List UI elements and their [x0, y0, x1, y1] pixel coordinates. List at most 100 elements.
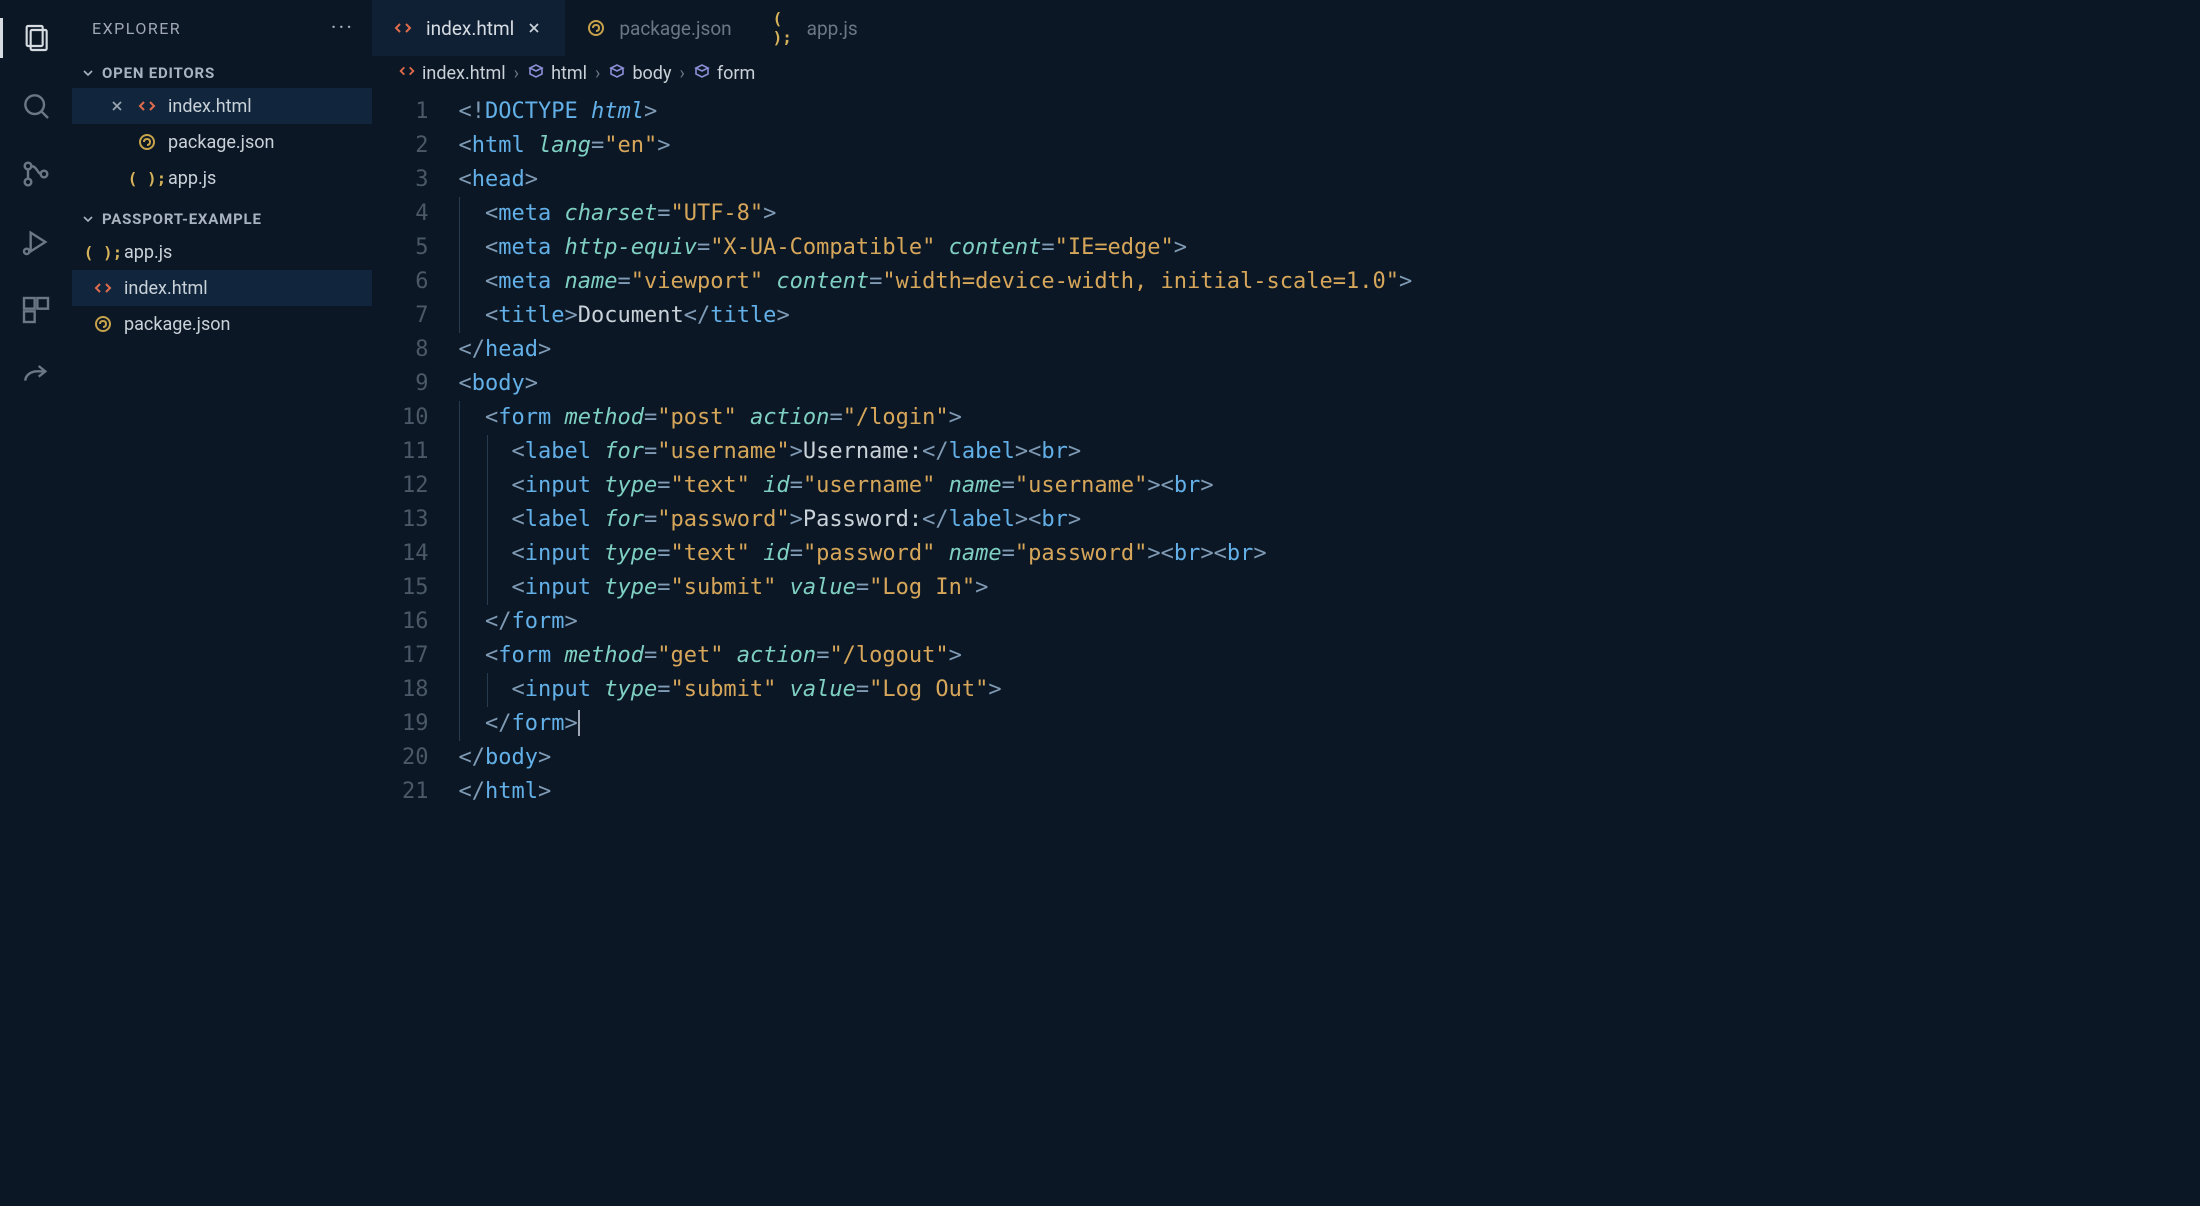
explorer-more-icon[interactable]: ··· [331, 16, 354, 41]
code-line[interactable]: <title>Document</title> [459, 299, 1413, 333]
js-file-icon: ( ); [773, 9, 795, 47]
code-line[interactable]: <meta charset="UTF-8"> [459, 197, 1413, 231]
share-icon[interactable] [12, 354, 60, 402]
indent-guide [487, 469, 488, 503]
breadcrumb-separator: › [514, 63, 519, 84]
line-number: 13 [402, 503, 429, 537]
app-root: EXPLORER ··· OPEN EDITORS index.html pack… [0, 0, 2200, 1206]
code-content[interactable]: <!DOCTYPE html><html lang="en"><head> <m… [449, 91, 1413, 1206]
open-editor-item[interactable]: package.json [72, 124, 372, 160]
indent-guide [459, 639, 460, 673]
folder-file-item[interactable]: index.html [72, 270, 372, 306]
code-line[interactable]: </body> [459, 741, 1413, 775]
file-name: index.html [124, 278, 208, 299]
code-line[interactable]: <html lang="en"> [459, 129, 1413, 163]
open-editor-item[interactable]: ( ); app.js [72, 160, 372, 196]
breadcrumb-label: index.html [422, 63, 506, 84]
breadcrumbs: index.html›html›body›form [372, 56, 2200, 91]
chevron-down-icon [80, 211, 96, 227]
close-icon[interactable] [108, 98, 126, 114]
html-file-icon [392, 18, 414, 38]
editor-tab[interactable]: package.json [565, 0, 752, 56]
indent-guide [459, 401, 460, 435]
explorer-icon[interactable] [12, 14, 60, 62]
code-line[interactable]: <meta http-equiv="X-UA-Compatible" conte… [459, 231, 1413, 265]
file-name: app.js [168, 168, 216, 189]
breadcrumb-item[interactable]: html [527, 62, 587, 85]
editor-tab[interactable]: index.html [372, 0, 565, 56]
code-line[interactable]: <input type="submit" value="Log Out"> [459, 673, 1413, 707]
explorer-title: EXPLORER [92, 19, 181, 38]
line-number: 6 [402, 265, 429, 299]
code-line[interactable]: <form method="get" action="/logout"> [459, 639, 1413, 673]
folder-tree: ( );app.js index.html package.json [72, 234, 372, 348]
open-editors-header[interactable]: OPEN EDITORS [72, 56, 372, 88]
line-number: 7 [402, 299, 429, 333]
indent-guide [487, 673, 488, 707]
code-line[interactable]: <head> [459, 163, 1413, 197]
json-file-icon [136, 132, 158, 152]
code-line[interactable]: <label for="password">Password:</label><… [459, 503, 1413, 537]
breadcrumb-item[interactable]: form [693, 62, 755, 85]
tab-label: app.js [807, 17, 858, 40]
line-number: 20 [402, 741, 429, 775]
folder-file-item[interactable]: ( );app.js [72, 234, 372, 270]
editor-tab[interactable]: ( ); app.js [753, 0, 879, 56]
line-number: 21 [402, 775, 429, 809]
folder-label: PASSPORT-EXAMPLE [102, 210, 262, 228]
file-name: package.json [124, 314, 230, 335]
folder-header[interactable]: PASSPORT-EXAMPLE [72, 202, 372, 234]
text-cursor [578, 710, 580, 736]
code-line[interactable]: <input type="submit" value="Log In"> [459, 571, 1413, 605]
line-number: 17 [402, 639, 429, 673]
explorer-sidebar: EXPLORER ··· OPEN EDITORS index.html pack… [72, 0, 372, 1206]
search-icon[interactable] [12, 82, 60, 130]
line-number: 9 [402, 367, 429, 401]
code-line[interactable]: <input type="text" id="username" name="u… [459, 469, 1413, 503]
file-name: package.json [168, 132, 274, 153]
line-number: 3 [402, 163, 429, 197]
indent-guide [487, 571, 488, 605]
code-line[interactable]: </html> [459, 775, 1413, 809]
code-line[interactable]: <body> [459, 367, 1413, 401]
code-editor[interactable]: 123456789101112131415161718192021 <!DOCT… [372, 91, 2200, 1206]
code-line[interactable]: </head> [459, 333, 1413, 367]
folder-file-item[interactable]: package.json [72, 306, 372, 342]
chevron-down-icon [80, 65, 96, 81]
file-name: app.js [124, 242, 172, 263]
breadcrumb-item[interactable]: index.html [398, 62, 506, 85]
run-debug-icon[interactable] [12, 218, 60, 266]
symbol-icon [608, 62, 626, 85]
indent-guide [487, 537, 488, 571]
indent-guide [459, 469, 460, 503]
indent-guide [459, 197, 460, 231]
js-file-icon: ( ); [136, 169, 158, 188]
code-line[interactable]: <meta name="viewport" content="width=dev… [459, 265, 1413, 299]
breadcrumb-item[interactable]: body [608, 62, 671, 85]
activity-bar [0, 0, 72, 1206]
line-number: 5 [402, 231, 429, 265]
code-line[interactable]: <form method="post" action="/login"> [459, 401, 1413, 435]
line-number: 19 [402, 707, 429, 741]
close-icon[interactable] [526, 20, 544, 36]
code-line[interactable]: <!DOCTYPE html> [459, 95, 1413, 129]
symbol-icon [527, 62, 545, 85]
open-editors-tree: index.html package.json ( ); app.js [72, 88, 372, 202]
open-editor-item[interactable]: index.html [72, 88, 372, 124]
source-control-icon[interactable] [12, 150, 60, 198]
line-number: 12 [402, 469, 429, 503]
line-number: 15 [402, 571, 429, 605]
html-file-icon [136, 96, 158, 116]
editor-tabs: index.html package.json ( ); app.js [372, 0, 2200, 56]
extensions-icon[interactable] [12, 286, 60, 334]
breadcrumb-label: body [632, 63, 671, 84]
line-number-gutter: 123456789101112131415161718192021 [372, 91, 449, 1206]
tab-label: index.html [426, 17, 514, 40]
breadcrumb-separator: › [679, 63, 684, 84]
html-file-icon [398, 62, 416, 85]
code-line[interactable]: </form> [459, 707, 1413, 741]
indent-guide [459, 605, 460, 639]
code-line[interactable]: <input type="text" id="password" name="p… [459, 537, 1413, 571]
code-line[interactable]: </form> [459, 605, 1413, 639]
code-line[interactable]: <label for="username">Username:</label><… [459, 435, 1413, 469]
